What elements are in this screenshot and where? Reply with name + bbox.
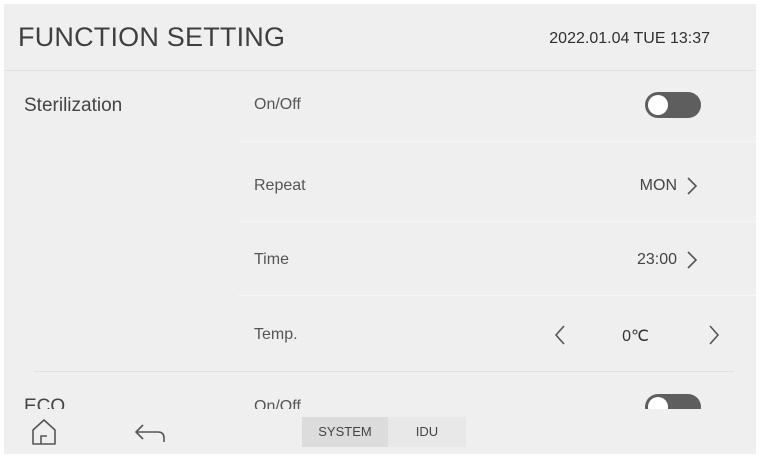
time-label: Time [254, 251, 289, 268]
sterilization-toggle[interactable] [645, 92, 701, 118]
repeat-value-link[interactable]: MON [640, 173, 699, 199]
eco-onoff-row: On/Off [254, 389, 729, 409]
onoff-label: On/Off [254, 96, 301, 113]
settings-list: Sterilization On/Off Repeat MON Time 23:… [4, 71, 756, 409]
tab-system[interactable]: SYSTEM [302, 417, 388, 447]
sterilization-onoff-row: On/Off [254, 87, 729, 123]
toggle-knob [648, 95, 668, 115]
onoff-label: On/Off [254, 398, 301, 409]
function-setting-screen: FUNCTION SETTING 2022.01.04 TUE 13:37 St… [4, 4, 756, 454]
bottom-bar: SYSTEM IDU [4, 409, 756, 454]
row-divider [238, 141, 756, 142]
temp-label: Temp. [254, 326, 298, 343]
eco-toggle[interactable] [645, 394, 701, 409]
header: FUNCTION SETTING 2022.01.04 TUE 13:37 [4, 4, 756, 71]
row-divider [238, 295, 756, 296]
tab-idu[interactable]: IDU [388, 417, 466, 447]
chevron-right-icon [687, 251, 698, 269]
time-value-link[interactable]: 23:00 [637, 247, 699, 273]
section-divider [34, 371, 734, 372]
chevron-right-icon [687, 177, 698, 195]
chevron-right-icon[interactable] [705, 323, 723, 347]
time-value: 23:00 [636, 251, 677, 268]
page-title: FUNCTION SETTING [18, 22, 286, 52]
datetime: 2022.01.04 TUE 13:37 [549, 30, 710, 47]
section-label-sterilization: Sterilization [24, 95, 123, 116]
sterilization-repeat-row[interactable]: Repeat MON [254, 168, 729, 204]
section-label-eco: ECO [24, 396, 66, 409]
temp-value: 0℃ [622, 328, 649, 345]
toggle-knob [648, 397, 668, 409]
sterilization-temp-row: Temp. 0℃ [254, 317, 729, 353]
sterilization-time-row[interactable]: Time 23:00 [254, 242, 729, 278]
repeat-label: Repeat [254, 177, 306, 194]
home-icon[interactable] [30, 417, 58, 447]
repeat-value: MON [639, 177, 677, 194]
back-arrow-icon[interactable] [134, 422, 166, 444]
chevron-left-icon[interactable] [551, 323, 569, 347]
row-divider [238, 221, 756, 222]
